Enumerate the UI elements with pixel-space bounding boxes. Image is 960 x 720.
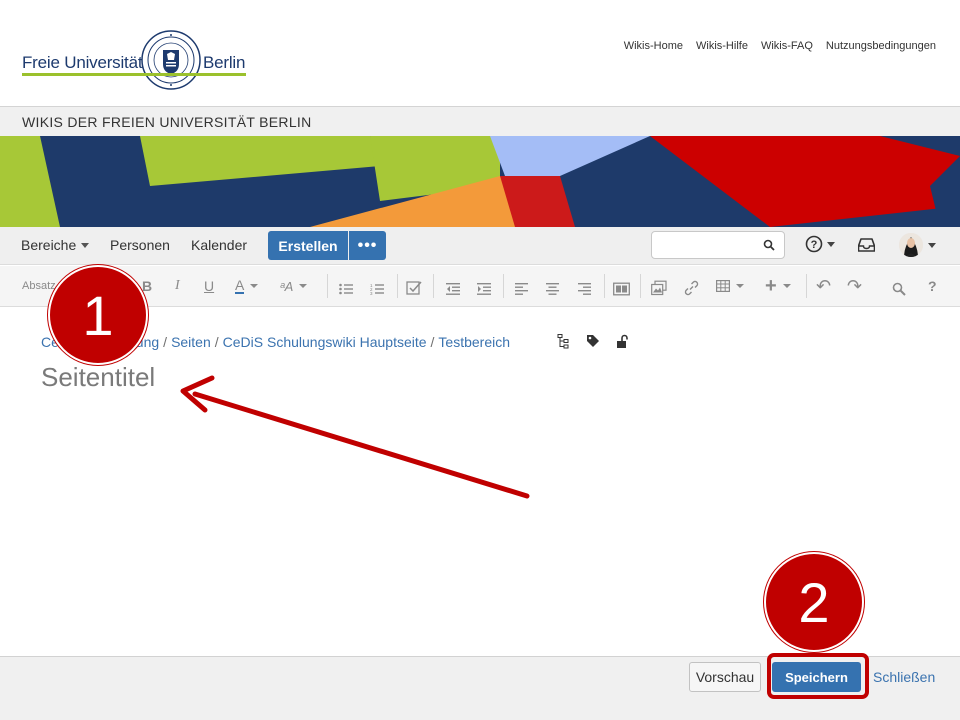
logo-text-left: Freie Universität bbox=[22, 53, 143, 72]
insert-more-icon[interactable]: + bbox=[765, 275, 791, 297]
toolbar-divider bbox=[327, 274, 328, 298]
avatar-image bbox=[899, 233, 923, 257]
editor-help-icon[interactable]: ? bbox=[928, 276, 937, 296]
chevron-down-icon bbox=[81, 243, 90, 248]
insert-link-icon[interactable] bbox=[684, 278, 699, 298]
find-icon[interactable] bbox=[892, 279, 906, 299]
align-center-icon[interactable] bbox=[546, 279, 559, 299]
labels-icon[interactable] bbox=[586, 334, 600, 348]
user-avatar[interactable] bbox=[899, 233, 923, 257]
underline-icon[interactable]: U bbox=[204, 276, 214, 296]
site-title-bar: WIKIS DER FREIEN UNIVERSITÄT BERLIN bbox=[0, 106, 960, 136]
insert-table-icon[interactable] bbox=[716, 276, 744, 296]
close-link[interactable]: Schließen bbox=[873, 669, 935, 685]
step-2-marker: 2 bbox=[764, 552, 864, 652]
toolbar-divider bbox=[397, 274, 398, 298]
align-left-icon[interactable] bbox=[515, 279, 528, 299]
indent-icon[interactable] bbox=[477, 279, 491, 299]
page-tree-icon[interactable] bbox=[557, 334, 570, 349]
main-navigation: Bereiche Personen Kalender Erstellen •••… bbox=[0, 227, 960, 265]
search-input[interactable] bbox=[651, 231, 785, 259]
nav-spaces-label: Bereiche bbox=[21, 237, 77, 253]
search-icon bbox=[763, 239, 775, 251]
text-color-icon[interactable]: A bbox=[235, 276, 259, 296]
site-title[interactable]: WIKIS DER FREIEN UNIVERSITÄT BERLIN bbox=[22, 114, 312, 130]
help-icon: ? bbox=[805, 235, 823, 253]
italic-icon[interactable]: I bbox=[175, 276, 180, 296]
top-header: Freie Universität Berlin Wikis-Home Wiki… bbox=[0, 0, 960, 106]
toolbar-divider bbox=[503, 274, 504, 298]
numbered-list-icon[interactable]: 1 2 3 bbox=[370, 279, 384, 299]
nav-calendar[interactable]: Kalender bbox=[191, 237, 247, 253]
chevron-down-icon bbox=[827, 242, 835, 247]
notifications-icon[interactable] bbox=[858, 238, 875, 252]
bullet-list-icon[interactable] bbox=[339, 279, 353, 299]
create-more-button[interactable]: ••• bbox=[349, 231, 386, 260]
toolbar-divider bbox=[433, 274, 434, 298]
undo-icon[interactable]: ↶ bbox=[816, 276, 831, 296]
link-wikis-home[interactable]: Wikis-Home bbox=[624, 40, 683, 52]
nav-spaces-menu[interactable]: Bereiche bbox=[21, 237, 90, 253]
breadcrumb-item-parent[interactable]: Testbereich bbox=[438, 334, 510, 350]
align-right-icon[interactable] bbox=[578, 279, 591, 299]
page-meta-icons bbox=[557, 334, 629, 349]
page-layout-icon[interactable] bbox=[613, 279, 630, 299]
top-links: Wikis-Home Wikis-Hilfe Wikis-FAQ Nutzung… bbox=[624, 40, 936, 52]
colorful-banner-image bbox=[0, 136, 960, 227]
logo-text-right: Berlin bbox=[203, 53, 246, 72]
paragraph-style-dropdown[interactable]: Absatz bbox=[22, 276, 56, 296]
redo-icon[interactable]: ↷ bbox=[847, 276, 862, 296]
step-1-marker: 1 bbox=[48, 265, 148, 365]
university-seal-logo[interactable] bbox=[141, 30, 201, 90]
link-nutzungsbedingungen[interactable]: Nutzungsbedingungen bbox=[826, 40, 936, 52]
save-button[interactable]: Speichern bbox=[772, 662, 861, 692]
outdent-icon[interactable] bbox=[446, 279, 460, 299]
svg-text:?: ? bbox=[811, 239, 818, 251]
nav-people[interactable]: Personen bbox=[110, 237, 170, 253]
svg-text:3: 3 bbox=[370, 291, 373, 296]
task-list-icon[interactable] bbox=[406, 278, 422, 298]
help-menu[interactable]: ? bbox=[805, 235, 839, 255]
unlock-icon[interactable] bbox=[616, 334, 629, 349]
link-wikis-hilfe[interactable]: Wikis-Hilfe bbox=[696, 40, 748, 52]
toolbar-divider bbox=[806, 274, 807, 298]
page-title-input[interactable]: Seitentitel bbox=[41, 362, 155, 393]
breadcrumb-item-home[interactable]: CeDiS Schulungswiki Hauptseite bbox=[223, 334, 427, 350]
more-formatting-icon[interactable]: ᵃA bbox=[280, 276, 308, 296]
toolbar-divider bbox=[640, 274, 641, 298]
logo-underline bbox=[22, 73, 246, 76]
toolbar-divider bbox=[604, 274, 605, 298]
insert-image-icon[interactable] bbox=[651, 278, 667, 298]
preview-button[interactable]: Vorschau bbox=[689, 662, 761, 692]
bold-icon[interactable]: B bbox=[142, 276, 152, 296]
create-button[interactable]: Erstellen bbox=[268, 231, 348, 260]
link-wikis-faq[interactable]: Wikis-FAQ bbox=[761, 40, 813, 52]
user-menu-chevron-icon[interactable] bbox=[928, 243, 936, 248]
breadcrumb-item-pages[interactable]: Seiten bbox=[171, 334, 211, 350]
